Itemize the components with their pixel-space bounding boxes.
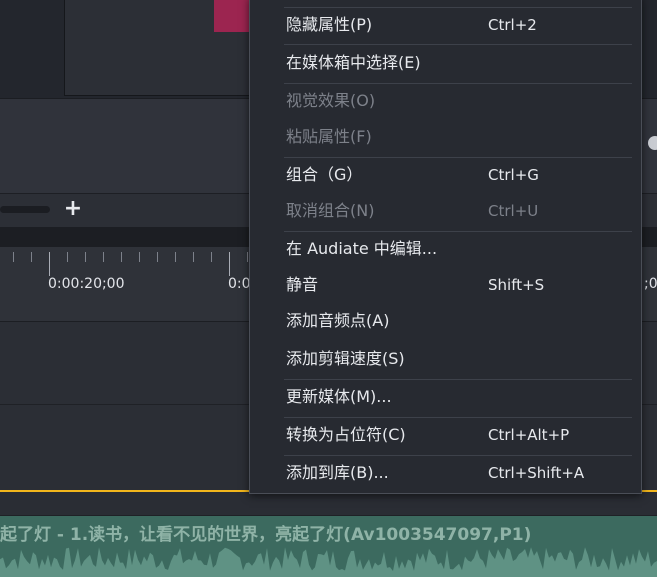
- context-menu: 隐藏属性(P) Ctrl+2 在媒体箱中选择(E) 视觉效果(O) 粘贴属性(F…: [249, 0, 642, 494]
- menu-item-label: 隐藏属性(P): [286, 15, 373, 34]
- ruler-tick: [175, 252, 176, 262]
- menu-item-label: 组合（G）: [286, 165, 363, 184]
- menu-item-label: 转换为占位符(C): [286, 425, 406, 444]
- audio-waveform: [0, 547, 657, 577]
- ruler-tick: [193, 252, 194, 262]
- menu-item-label: 取消组合(N): [286, 201, 375, 220]
- menu-item-select-in-media-bin[interactable]: 在媒体箱中选择(E): [250, 46, 641, 80]
- menu-item-shortcut: Shift+S: [488, 276, 545, 294]
- menu-item-label: 视觉效果(O): [286, 91, 376, 110]
- menu-item-label: 粘贴属性(F): [286, 127, 372, 146]
- menu-item-shortcut: Ctrl+G: [488, 166, 539, 184]
- menu-item-mute[interactable]: 静音 Shift+S: [250, 268, 641, 302]
- menu-item-add-clip-speed[interactable]: 添加剪辑速度(S): [250, 342, 641, 376]
- ruler-time-label: 0:00:20;00: [48, 276, 125, 292]
- menu-item-label: 添加剪辑速度(S): [286, 349, 405, 368]
- menu-item-shortcut: Ctrl+U: [488, 202, 539, 220]
- menu-item-visual-effects: 视觉效果(O): [250, 84, 641, 118]
- waveform-shape: [0, 547, 657, 577]
- ruler-tick: [121, 252, 122, 262]
- menu-item-group[interactable]: 组合（G） Ctrl+G: [250, 158, 641, 192]
- ruler-time-label: 0:0: [228, 276, 251, 292]
- ruler-tick: [31, 252, 32, 262]
- timeline-track[interactable]: [0, 493, 657, 516]
- menu-item-label: 更新媒体(M)...: [286, 387, 392, 406]
- audio-clip-title: 起了灯 - 1.读书，让看不见的世界，亮起了灯(Av1003547097,P1): [0, 525, 532, 545]
- menu-item-label: 添加音频点(A): [286, 311, 390, 330]
- menu-item-label: 在 Audiate 中编辑...: [286, 239, 438, 258]
- zoom-slider[interactable]: [0, 206, 50, 213]
- menu-item-label: 在媒体箱中选择(E): [286, 53, 421, 72]
- menu-item-convert-to-placeholder[interactable]: 转换为占位符(C) Ctrl+Alt+P: [250, 418, 641, 452]
- menu-item-shortcut: Ctrl+Shift+A: [488, 464, 585, 482]
- menu-item-label: 静音: [286, 275, 319, 294]
- menu-item-add-to-library[interactable]: 添加到库(B)... Ctrl+Shift+A: [250, 456, 641, 490]
- menu-item-ungroup: 取消组合(N) Ctrl+U: [250, 194, 641, 228]
- ruler-time-label: ;0: [644, 276, 657, 292]
- menu-item-label: 添加到库(B)...: [286, 463, 389, 482]
- ruler-tick: [13, 252, 14, 262]
- menu-item-paste-properties: 粘贴属性(F): [250, 120, 641, 154]
- ruler-tick: [139, 252, 140, 262]
- menu-item-shortcut: Ctrl+2: [488, 16, 537, 34]
- ruler-tick: [229, 252, 230, 276]
- add-track-button[interactable]: +: [62, 196, 84, 222]
- slider-knob[interactable]: [648, 136, 657, 150]
- menu-item-update-media[interactable]: 更新媒体(M)...: [250, 380, 641, 414]
- ruler-tick: [211, 252, 212, 262]
- ruler-tick: [67, 252, 68, 262]
- menu-item-add-audio-point[interactable]: 添加音频点(A): [250, 304, 641, 338]
- ruler-tick: [49, 252, 50, 276]
- ruler-tick: [85, 252, 86, 262]
- menu-item-hide-properties[interactable]: 隐藏属性(P) Ctrl+2: [250, 8, 641, 42]
- ruler-tick: [247, 252, 248, 262]
- menu-separator: [284, 44, 632, 45]
- menu-item-shortcut: Ctrl+Alt+P: [488, 426, 570, 444]
- ruler-tick: [103, 252, 104, 262]
- menu-item-edit-in-audiate[interactable]: 在 Audiate 中编辑...: [250, 232, 641, 266]
- ruler-tick: [157, 252, 158, 262]
